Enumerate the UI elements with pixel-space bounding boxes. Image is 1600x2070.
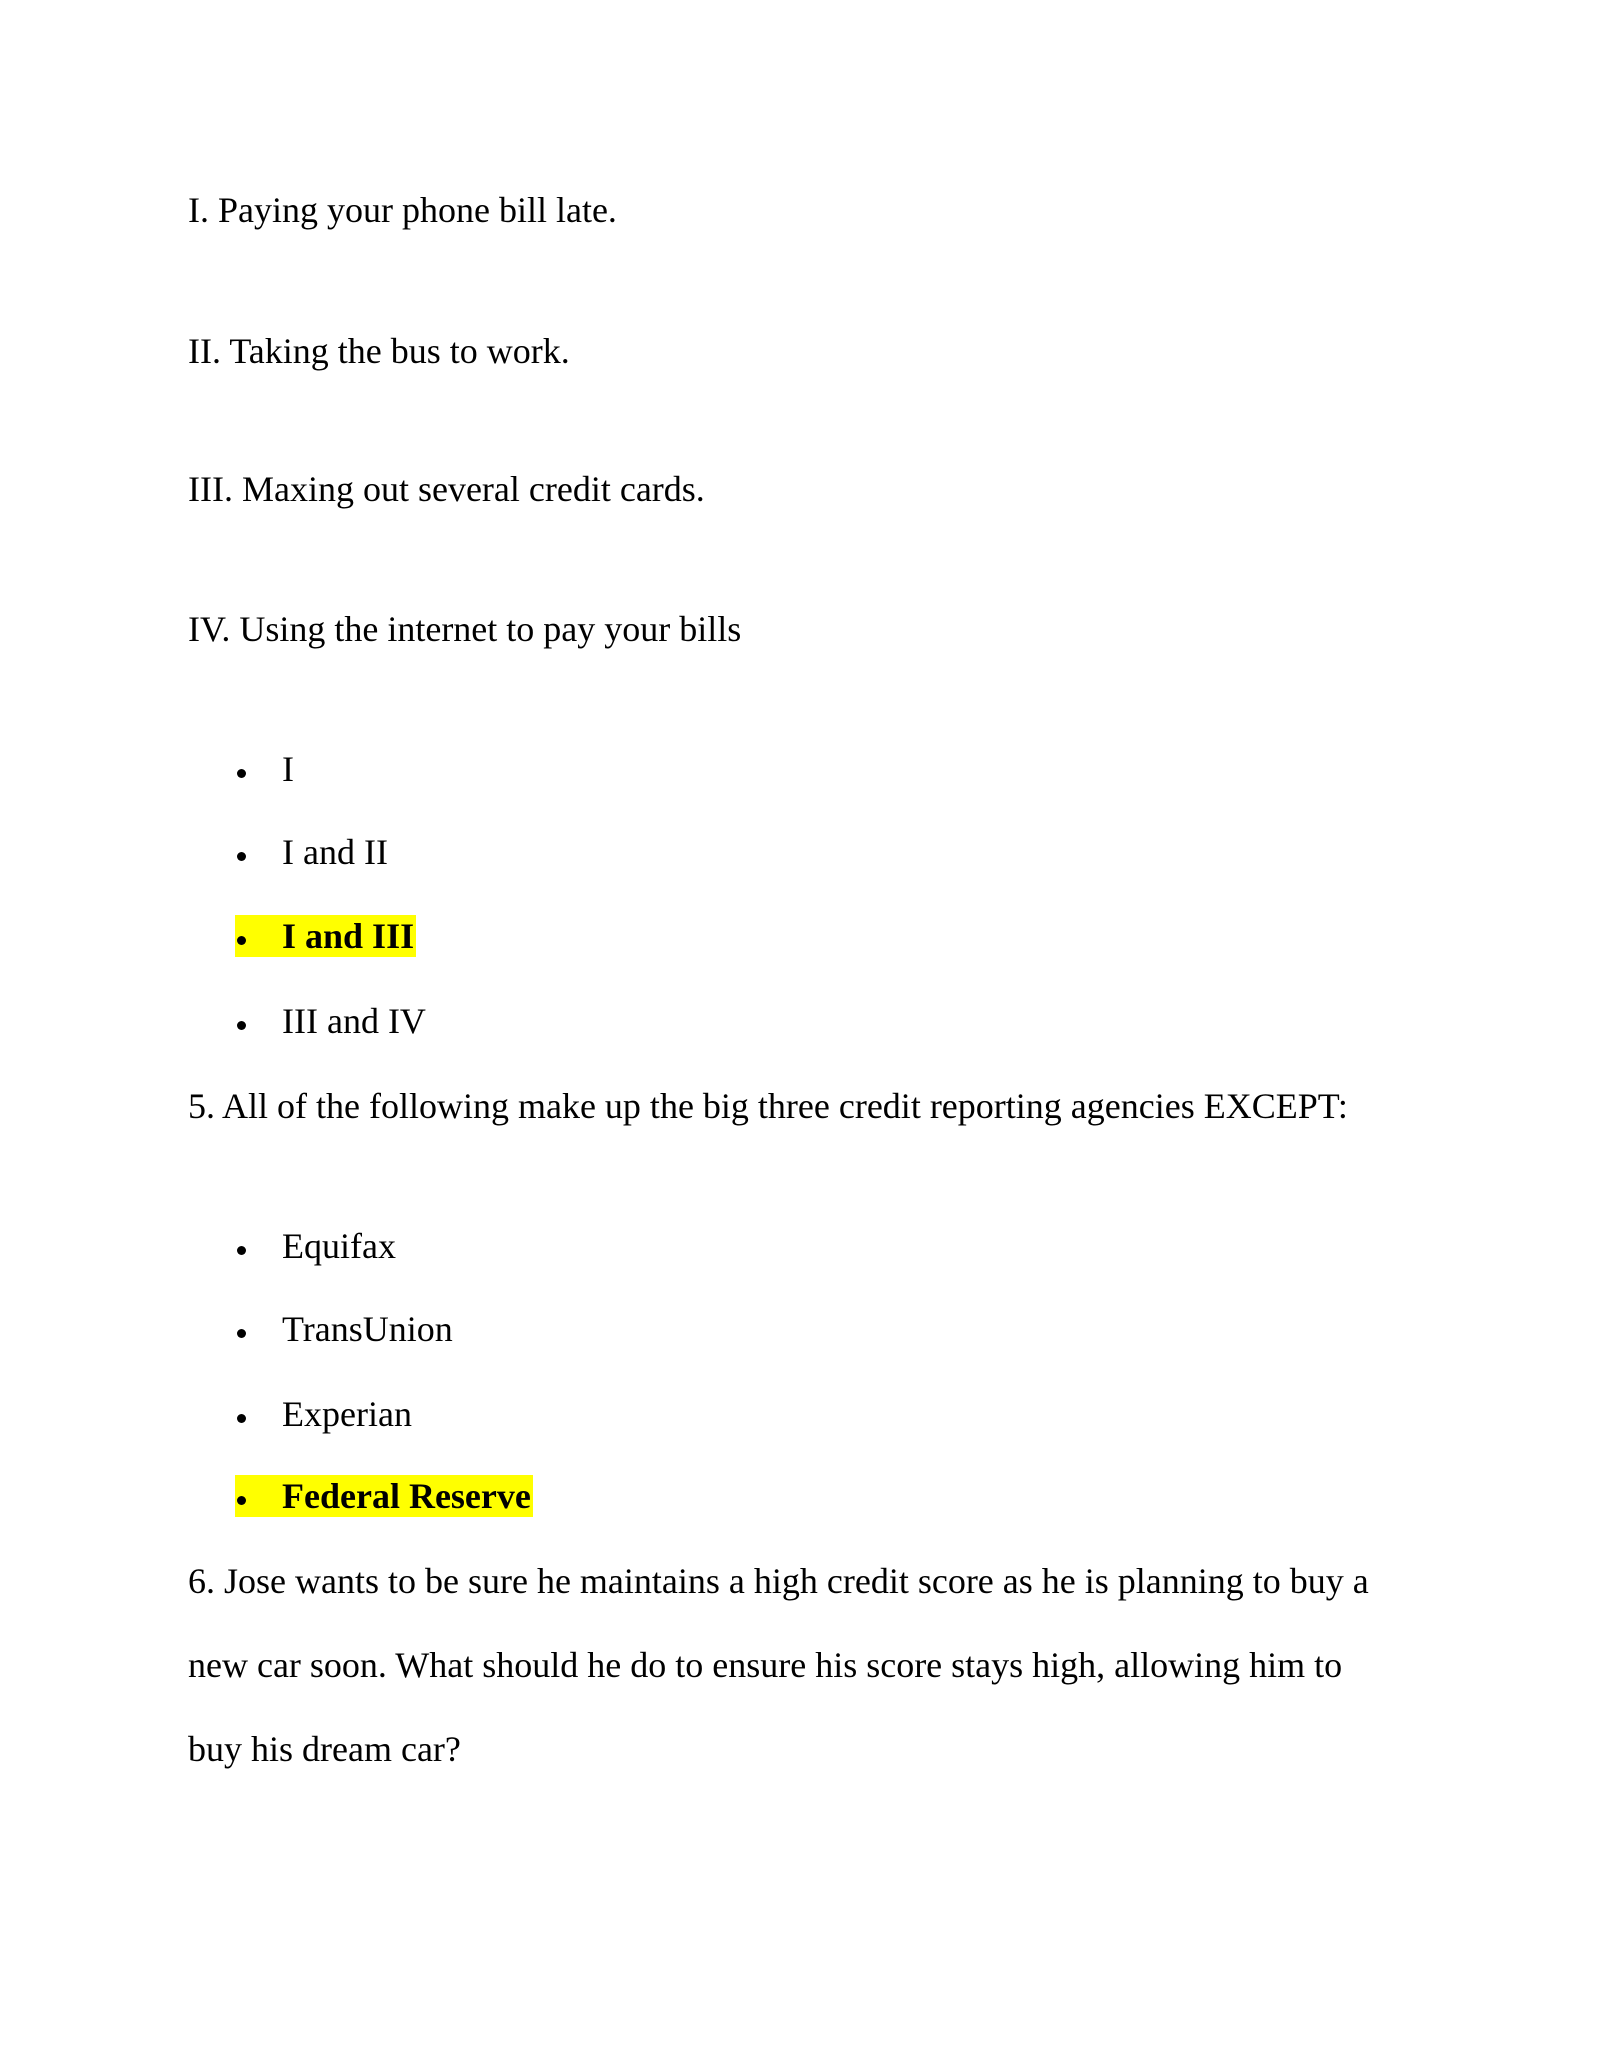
- q5-option-correct: Federal Reserve: [235, 1475, 533, 1517]
- q5-option: Experian: [235, 1393, 412, 1435]
- answer-highlight: Federal Reserve: [235, 1475, 533, 1517]
- option-label: Federal Reserve: [282, 1476, 531, 1516]
- question-5: 5. All of the following make up the big …: [188, 1086, 1348, 1126]
- q4-option: III and IV: [235, 1000, 426, 1042]
- q4-option: I and II: [235, 831, 388, 873]
- bullet-icon: [235, 1000, 282, 1042]
- option-label: I and II: [282, 832, 388, 872]
- statement-ii: II. Taking the bus to work.: [188, 331, 570, 371]
- bullet-icon: [235, 748, 282, 790]
- question-6-line-1: 6. Jose wants to be sure he maintains a …: [188, 1561, 1369, 1601]
- option-label: Experian: [282, 1394, 412, 1434]
- bullet-icon: [235, 1393, 282, 1435]
- question-6-line-2: new car soon. What should he do to ensur…: [188, 1645, 1343, 1685]
- bullet-icon: [235, 915, 282, 957]
- q5-option: TransUnion: [235, 1308, 453, 1350]
- question-6-line-3: buy his dream car?: [188, 1729, 461, 1769]
- answer-highlight: I and III: [235, 915, 417, 957]
- bullet-icon: [235, 1225, 282, 1267]
- bullet-icon: [235, 831, 282, 873]
- statement-iv: IV. Using the internet to pay your bills: [188, 609, 742, 649]
- statement-i: I. Paying your phone bill late.: [188, 190, 617, 230]
- document-page: I. Paying your phone bill late. II. Taki…: [0, 0, 1600, 2070]
- q4-option: I: [235, 748, 294, 790]
- q5-option: Equifax: [235, 1225, 396, 1267]
- bullet-icon: [235, 1308, 282, 1350]
- statement-iii: III. Maxing out several credit cards.: [188, 469, 705, 509]
- option-label: III and IV: [282, 1001, 426, 1041]
- q4-option-correct: I and III: [235, 915, 417, 957]
- bullet-icon: [235, 1475, 282, 1517]
- option-label: I and III: [282, 916, 415, 956]
- option-label: I: [282, 749, 294, 789]
- option-label: Equifax: [282, 1226, 396, 1266]
- option-label: TransUnion: [282, 1309, 453, 1349]
